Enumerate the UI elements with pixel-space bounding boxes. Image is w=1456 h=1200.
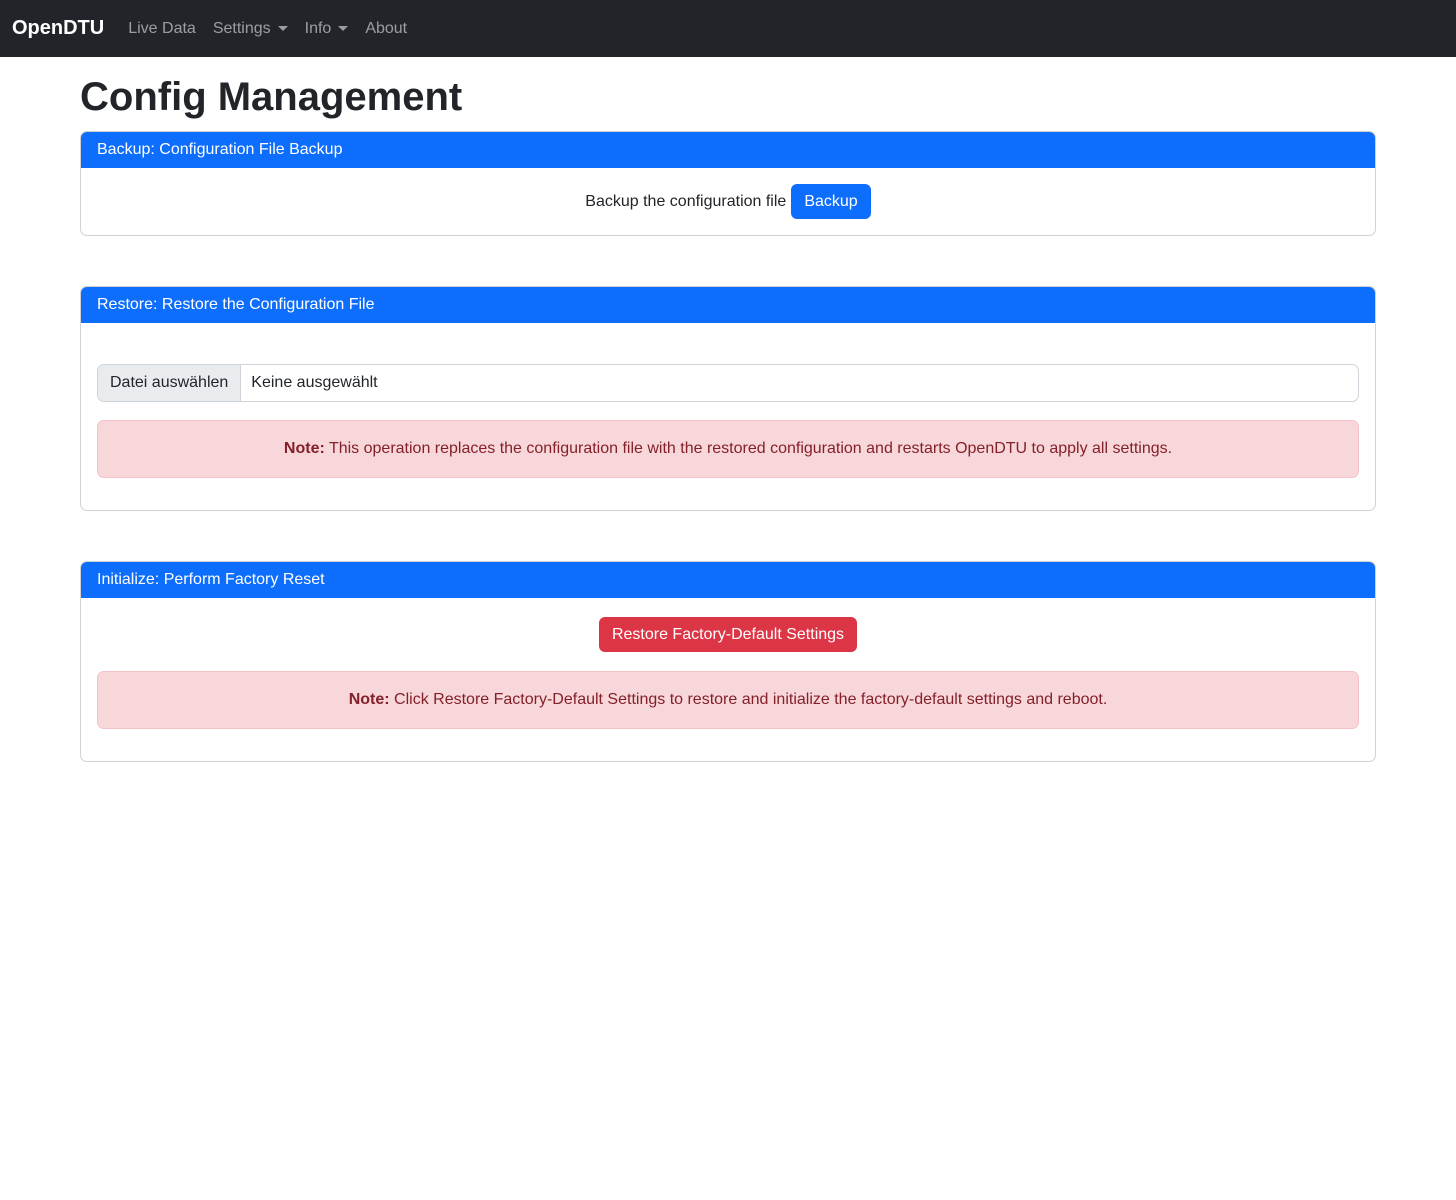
initialize-card-header: Initialize: Perform Factory Reset (81, 562, 1375, 598)
backup-row: Backup the configuration file Backup (97, 184, 1359, 219)
initialize-note-text: Click Restore Factory-Default Settings t… (390, 691, 1108, 708)
nav-item-about-label: About (365, 20, 407, 38)
restore-card-header: Restore: Restore the Configuration File (81, 287, 1375, 323)
nav-item-live-data[interactable]: Live Data (120, 12, 204, 46)
backup-card-body: Backup the configuration file Backup (81, 168, 1375, 235)
backup-card: Backup: Configuration File Backup Backup… (80, 131, 1376, 236)
nav-item-about[interactable]: About (357, 12, 415, 46)
file-choose-button[interactable]: Datei auswählen (98, 365, 241, 401)
restore-note-text: This operation replaces the configuratio… (325, 440, 1172, 457)
factory-reset-row: Restore Factory-Default Settings (97, 617, 1359, 652)
chevron-down-icon (278, 26, 288, 31)
backup-button[interactable]: Backup (791, 184, 870, 219)
nav-menu: Live Data Settings Info About (120, 12, 416, 46)
restore-card-body: Datei auswählen Keine ausgewählt Note: T… (81, 323, 1375, 510)
file-status-text: Keine ausgewählt (241, 365, 377, 401)
main-content: Config Management Backup: Configuration … (68, 73, 1388, 762)
restore-note-alert: Note: This operation replaces the config… (97, 420, 1359, 478)
config-file-input[interactable]: Datei auswählen Keine ausgewählt (97, 364, 1359, 402)
initialize-card-body: Restore Factory-Default Settings Note: C… (81, 598, 1375, 761)
backup-card-header: Backup: Configuration File Backup (81, 132, 1375, 168)
page-title: Config Management (80, 73, 1376, 121)
navbar: OpenDTU Live Data Settings Info About (0, 0, 1456, 57)
nav-item-settings[interactable]: Settings (205, 12, 296, 46)
initialize-card: Initialize: Perform Factory Reset Restor… (80, 561, 1376, 762)
restore-note-label: Note: (284, 440, 325, 457)
nav-item-info-label: Info (305, 20, 332, 38)
backup-label: Backup the configuration file (585, 191, 786, 212)
factory-reset-button[interactable]: Restore Factory-Default Settings (599, 617, 857, 652)
nav-item-settings-label: Settings (213, 20, 271, 38)
restore-card: Restore: Restore the Configuration File … (80, 286, 1376, 511)
nav-item-live-data-label: Live Data (128, 20, 196, 38)
initialize-note-label: Note: (349, 691, 390, 708)
brand-opendtu[interactable]: OpenDTU (12, 17, 104, 40)
initialize-note-alert: Note: Click Restore Factory-Default Sett… (97, 671, 1359, 729)
nav-item-info[interactable]: Info (297, 12, 357, 46)
chevron-down-icon (338, 26, 348, 31)
